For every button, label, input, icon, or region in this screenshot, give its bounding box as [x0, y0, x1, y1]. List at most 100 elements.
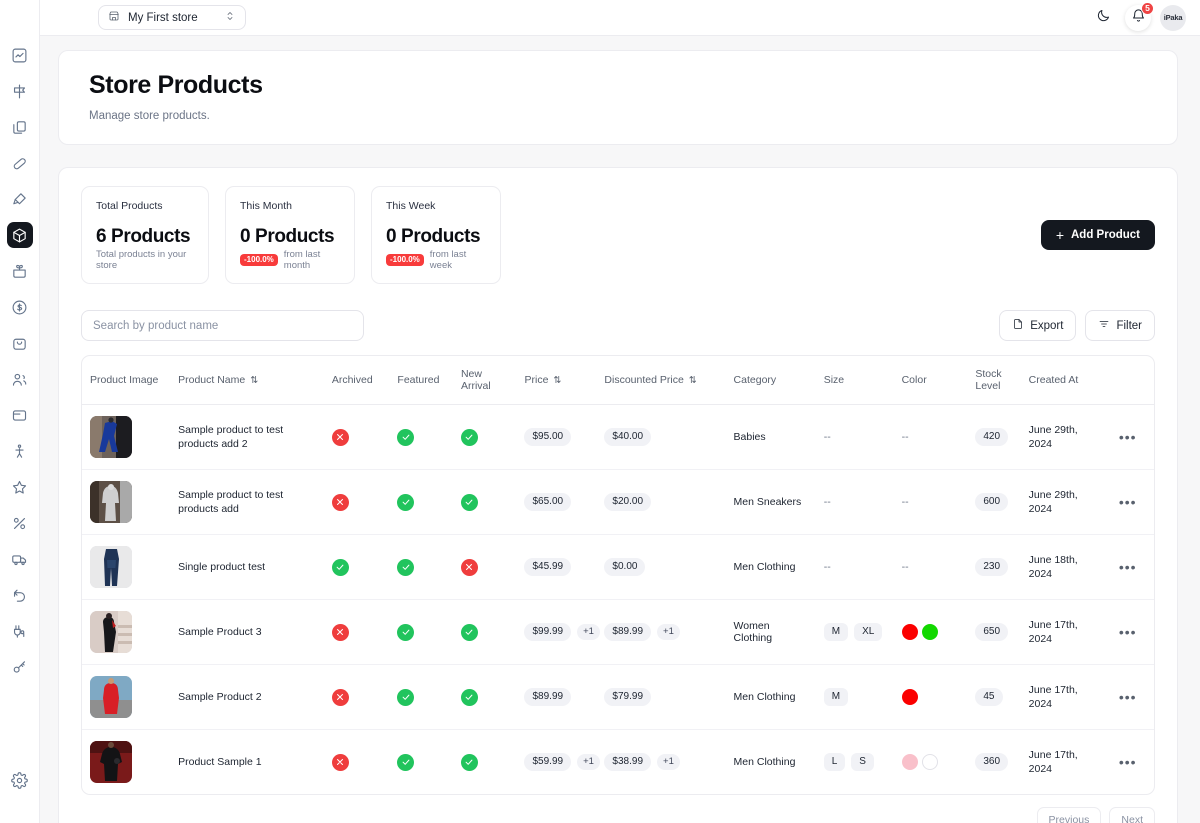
cell-created-at: June 29th, 2024	[1021, 470, 1111, 535]
ellipsis-icon[interactable]: •••	[1119, 755, 1137, 769]
cell-stock-level: 420	[967, 405, 1020, 470]
ellipsis-icon[interactable]: •••	[1119, 625, 1137, 639]
column-category: Category	[726, 356, 816, 405]
cell-created-at: June 29th, 2024	[1021, 405, 1111, 470]
sort-updown-icon[interactable]: ⇅	[689, 375, 696, 386]
ellipsis-icon[interactable]: •••	[1119, 495, 1137, 509]
column-label: Product Image	[90, 374, 158, 386]
sidebar-item-orders[interactable]	[7, 330, 33, 356]
pagination: Previous Next	[81, 795, 1155, 823]
cell-price: $45.99	[516, 535, 596, 600]
column-discounted-price[interactable]: Discounted Price⇅	[596, 356, 725, 405]
sidebar-item-integrations[interactable]	[7, 618, 33, 644]
color-swatches	[902, 754, 960, 770]
sidebar-item-accessibility[interactable]	[7, 438, 33, 464]
column-price[interactable]: Price ⇅	[516, 356, 596, 405]
filter-button[interactable]: Filter	[1085, 310, 1155, 341]
cell-created-at: June 17th, 2024	[1021, 600, 1111, 665]
table-row[interactable]: Sample Product 3$99.99+1$89.99+1Women Cl…	[82, 600, 1154, 665]
cell-color	[894, 730, 968, 795]
cell-new-arrival	[453, 405, 517, 470]
column-label: Size	[824, 374, 844, 386]
table-row[interactable]: Product Sample 1$59.99+1$38.99+1Men Clot…	[82, 730, 1154, 795]
created-at-text: June 17th, 2024	[1029, 683, 1103, 712]
store-selector-label: My First store	[128, 12, 216, 24]
featured-status-icon	[397, 624, 414, 641]
sidebar-item-settings[interactable]	[7, 767, 33, 793]
store-selector[interactable]: My First store	[98, 5, 246, 30]
column-stock-level: Stock Level	[967, 356, 1020, 405]
notification-count-badge: 5	[1141, 2, 1154, 15]
notifications-button[interactable]: 5	[1125, 5, 1151, 31]
sidebar-item-payments[interactable]	[7, 294, 33, 320]
search-input[interactable]	[81, 310, 364, 341]
category-text: Men Sneakers	[734, 496, 802, 508]
price-chip: $95.00	[524, 428, 571, 446]
cell-price: $59.99+1	[516, 730, 596, 795]
cell-featured	[389, 535, 453, 600]
color-swatch	[922, 624, 938, 640]
sidebar-item-returns[interactable]	[7, 582, 33, 608]
sidebar-item-customers[interactable]	[7, 366, 33, 392]
ellipsis-icon[interactable]: •••	[1119, 690, 1137, 704]
products-table-wrapper: Product Image Product Name⇅ Archived Fea…	[81, 355, 1155, 795]
price-chip: $89.99	[524, 688, 571, 706]
cell-featured	[389, 470, 453, 535]
cell-archived	[324, 470, 390, 535]
column-label: Price	[524, 374, 548, 386]
cell-size: --	[816, 470, 894, 535]
category-text: Women Clothing	[734, 620, 773, 644]
stat-label: This Week	[386, 200, 486, 212]
new-arrival-status-icon	[461, 754, 478, 771]
category-text: Men Clothing	[734, 756, 796, 768]
sidebar-item-navigation[interactable]	[7, 78, 33, 104]
sidebar-item-appearance[interactable]	[7, 186, 33, 212]
table-row[interactable]: Sample Product 2$89.99$79.99Men Clothing…	[82, 665, 1154, 730]
sort-updown-icon[interactable]: ⇅	[250, 375, 257, 386]
cell-discounted-price: $38.99+1	[596, 730, 725, 795]
created-at-text: June 29th, 2024	[1029, 423, 1103, 452]
table-row[interactable]: Single product test$45.99$0.00Men Clothi…	[82, 535, 1154, 600]
page-header-card: Store Products Manage store products.	[58, 50, 1178, 145]
archived-status-icon	[332, 689, 349, 706]
sidebar-item-packages[interactable]	[7, 258, 33, 284]
add-product-button[interactable]: + Add Product	[1041, 220, 1155, 250]
discounted-extra-chip: +1	[657, 754, 680, 770]
theme-toggle-button[interactable]	[1090, 5, 1116, 31]
size-placeholder: --	[824, 496, 831, 508]
sidebar-item-shipping[interactable]	[7, 546, 33, 572]
cell-size: --	[816, 535, 894, 600]
sidebar-item-pages[interactable]	[7, 114, 33, 140]
sidebar-item-analytics[interactable]	[7, 42, 33, 68]
cell-actions: •••	[1111, 535, 1154, 600]
cell-color: --	[894, 470, 968, 535]
avatar[interactable]: iPaka	[1160, 5, 1186, 31]
sidebar-item-keys[interactable]	[7, 654, 33, 680]
stock-chip: 420	[975, 428, 1008, 446]
cell-new-arrival	[453, 600, 517, 665]
cell-color	[894, 665, 968, 730]
stat-card-total-products: Total Products 6 Products Total products…	[81, 186, 209, 284]
table-row[interactable]: Sample product to test products add 2$95…	[82, 405, 1154, 470]
black-shirt-photo	[90, 741, 132, 783]
sidebar-item-products[interactable]	[7, 222, 33, 248]
cell-category: Men Sneakers	[726, 470, 816, 535]
column-archived: Archived	[324, 356, 390, 405]
blue-jeans-photo	[90, 546, 132, 588]
cell-price: $99.99+1	[516, 600, 596, 665]
previous-page-button[interactable]: Previous	[1037, 807, 1102, 823]
cell-discounted-price: $0.00	[596, 535, 725, 600]
ellipsis-icon[interactable]: •••	[1119, 560, 1137, 574]
next-page-button[interactable]: Next	[1109, 807, 1155, 823]
column-product-name[interactable]: Product Name⇅	[170, 356, 324, 405]
sort-updown-icon[interactable]: ⇅	[553, 375, 560, 386]
sidebar-item-reviews[interactable]	[7, 474, 33, 500]
cell-featured	[389, 665, 453, 730]
export-button[interactable]: Export	[999, 310, 1076, 341]
cell-price: $89.99	[516, 665, 596, 730]
sidebar-item-discounts[interactable]	[7, 510, 33, 536]
sidebar-item-tags[interactable]	[7, 150, 33, 176]
ellipsis-icon[interactable]: •••	[1119, 430, 1137, 444]
sidebar-item-wallet[interactable]	[7, 402, 33, 428]
table-row[interactable]: Sample product to test products add$65.0…	[82, 470, 1154, 535]
